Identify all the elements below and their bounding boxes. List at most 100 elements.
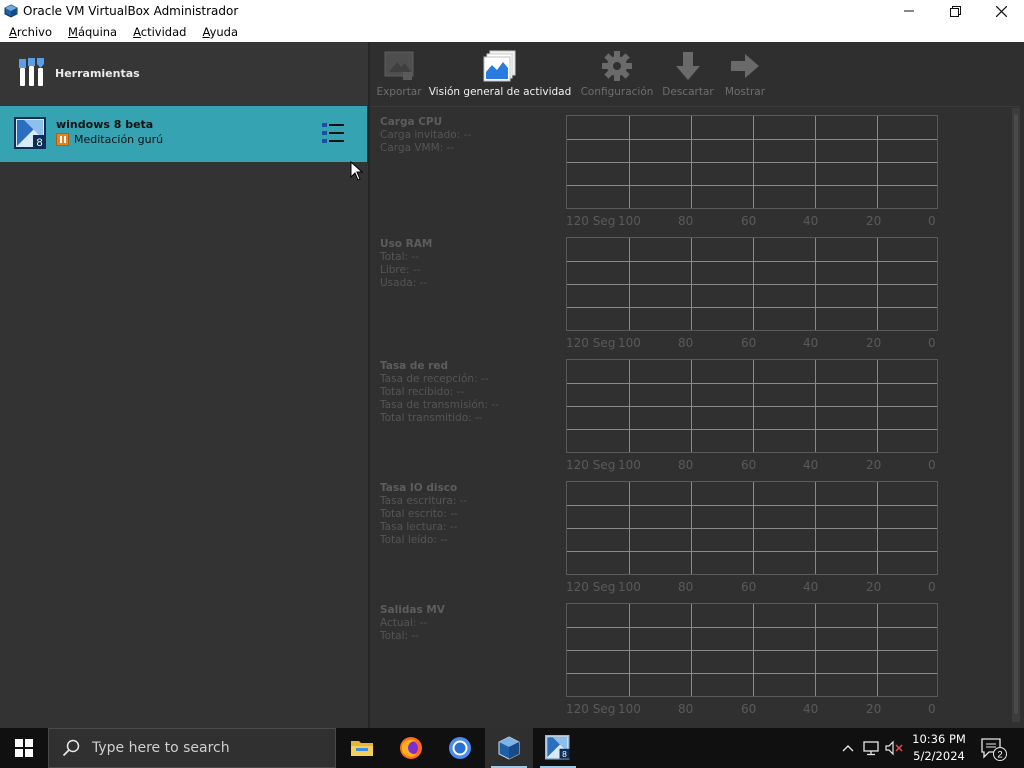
taskbar-virtualbox[interactable] <box>485 728 533 768</box>
graph-tick-label: 20 <box>866 580 882 594</box>
graph-gridline <box>815 360 816 452</box>
metric-value: Tasa escritura: -- <box>380 495 468 507</box>
graph-gridline <box>567 673 937 674</box>
graph-gridline <box>691 360 692 452</box>
graph-gridline <box>877 238 878 330</box>
graph-gridline <box>877 482 878 574</box>
graph-gridline <box>629 482 630 574</box>
vm-details-menu-button[interactable] <box>320 120 348 146</box>
metric-title: Carga CPU <box>380 116 443 128</box>
title-bar: Oracle VM VirtualBox Administrador <box>0 0 1024 22</box>
graph-gridline <box>877 604 878 696</box>
graph-tick-label: 20 <box>866 214 882 228</box>
export-label: Exportar <box>376 86 422 98</box>
taskbar-chrome[interactable] <box>436 728 484 768</box>
graph-tick-label: 40 <box>803 702 819 716</box>
graph-gridline <box>629 360 630 452</box>
tools-label: Herramientas <box>55 67 140 80</box>
metric-value: Tasa lectura: -- <box>380 521 458 533</box>
network-icon[interactable] <box>861 738 881 758</box>
file-explorer-icon <box>351 741 373 756</box>
graph-gridline <box>567 429 937 430</box>
graph-tick-label: 0 <box>928 580 936 594</box>
scrollbar-thumb[interactable] <box>1014 114 1018 714</box>
metric-graph <box>566 115 938 209</box>
metric-value: Total recibido: -- <box>380 386 465 398</box>
metric-title: Salidas MV <box>380 604 445 616</box>
discard-arrow-icon <box>674 46 702 86</box>
firefox-icon <box>400 737 422 759</box>
show-button[interactable]: Mostrar <box>720 42 770 104</box>
graph-gridline <box>567 650 937 651</box>
graph-gridline <box>567 505 937 506</box>
action-center-button[interactable]: 2 <box>978 736 1008 762</box>
notification-icon: 2 <box>981 738 1007 761</box>
metric-value: Tasa de transmisión: -- <box>380 399 499 411</box>
graph-gridline <box>567 162 937 163</box>
graph-gridline <box>567 185 937 186</box>
graph-tick-label: 120 Seg <box>566 458 616 472</box>
graph-gridline <box>815 482 816 574</box>
graph-tick-label: 120 Seg <box>566 702 616 716</box>
activity-pane: Exportar Visión general de actividad Con… <box>370 42 1024 728</box>
taskbar-windows8-vm[interactable]: 8 <box>534 728 582 768</box>
taskbar-clock[interactable]: 10:36 PM 5/2/2024 <box>908 731 970 765</box>
graph-gridline <box>691 482 692 574</box>
graph-tick-label: 0 <box>928 336 936 350</box>
graph-tick-label: 60 <box>741 214 757 228</box>
metric-value: Total: -- <box>380 251 419 263</box>
metric-section: Tasa IO disco Tasa escritura: -- Total esc… <box>380 482 467 547</box>
graph-gridline <box>815 116 816 208</box>
start-button[interactable] <box>0 728 48 768</box>
tray-chevron-up-icon[interactable] <box>838 738 858 758</box>
graph-tick-label: 120 Seg <box>566 580 616 594</box>
virtualbox-window: Oracle VM VirtualBox Administrador Archi… <box>0 0 1024 728</box>
clock-time: 10:36 PM <box>912 732 966 746</box>
graph-gridline <box>567 627 937 628</box>
graph-tick-label: 20 <box>866 458 882 472</box>
graph-gridline <box>567 307 937 308</box>
export-button[interactable]: Exportar <box>376 42 422 104</box>
taskbar-file-explorer[interactable] <box>338 728 386 768</box>
taskbar-firefox[interactable] <box>387 728 435 768</box>
tools-icon <box>18 56 46 92</box>
menu-maquina[interactable]: Máquina <box>59 25 124 39</box>
graph-tick-label: 100 <box>618 336 641 350</box>
graph-tick-label: 80 <box>678 214 694 228</box>
graph-tick-label: 40 <box>803 458 819 472</box>
graph-tick-label: 100 <box>618 702 641 716</box>
export-icon <box>383 46 415 86</box>
activity-overview-button[interactable]: Visión general de actividad <box>429 42 571 104</box>
mouse-cursor-icon <box>350 160 364 185</box>
vm-state: Meditación gurú <box>56 133 163 146</box>
graph-tick-label: 20 <box>866 336 882 350</box>
metric-graph <box>566 603 938 697</box>
show-label: Mostrar <box>724 86 766 98</box>
discard-button[interactable]: Descartar <box>660 42 716 104</box>
windows8-os-icon: 8 <box>14 117 48 155</box>
menu-archivo[interactable]: Archivo <box>0 25 59 39</box>
graph-gridline <box>567 528 937 529</box>
metric-value: Tasa de recepción: -- <box>380 373 489 385</box>
settings-button[interactable]: Configuración <box>581 42 653 104</box>
tools-item[interactable]: Herramientas <box>0 42 368 105</box>
minimize-button[interactable] <box>886 0 932 22</box>
maximize-button[interactable] <box>932 0 978 22</box>
show-arrow-icon <box>729 46 761 86</box>
close-button[interactable] <box>978 0 1024 22</box>
vm-name: windows 8 beta <box>56 118 154 131</box>
taskbar-search-box[interactable]: Type here to search <box>48 728 336 768</box>
graph-gridline <box>877 360 878 452</box>
menu-actividad[interactable]: Actividad <box>124 25 193 39</box>
guru-meditation-state-icon <box>56 133 69 146</box>
graph-gridline <box>815 604 816 696</box>
metric-graph <box>566 481 938 575</box>
menu-ayuda[interactable]: Ayuda <box>193 25 245 39</box>
volume-muted-icon[interactable] <box>884 738 904 758</box>
graph-gridline <box>567 551 937 552</box>
graph-tick-label: 80 <box>678 580 694 594</box>
graph-tick-label: 60 <box>741 580 757 594</box>
vm-item-windows-8-beta[interactable]: 8 windows 8 beta Meditación gurú <box>0 106 367 162</box>
graph-gridline <box>691 604 692 696</box>
graph-tick-label: 0 <box>928 702 936 716</box>
